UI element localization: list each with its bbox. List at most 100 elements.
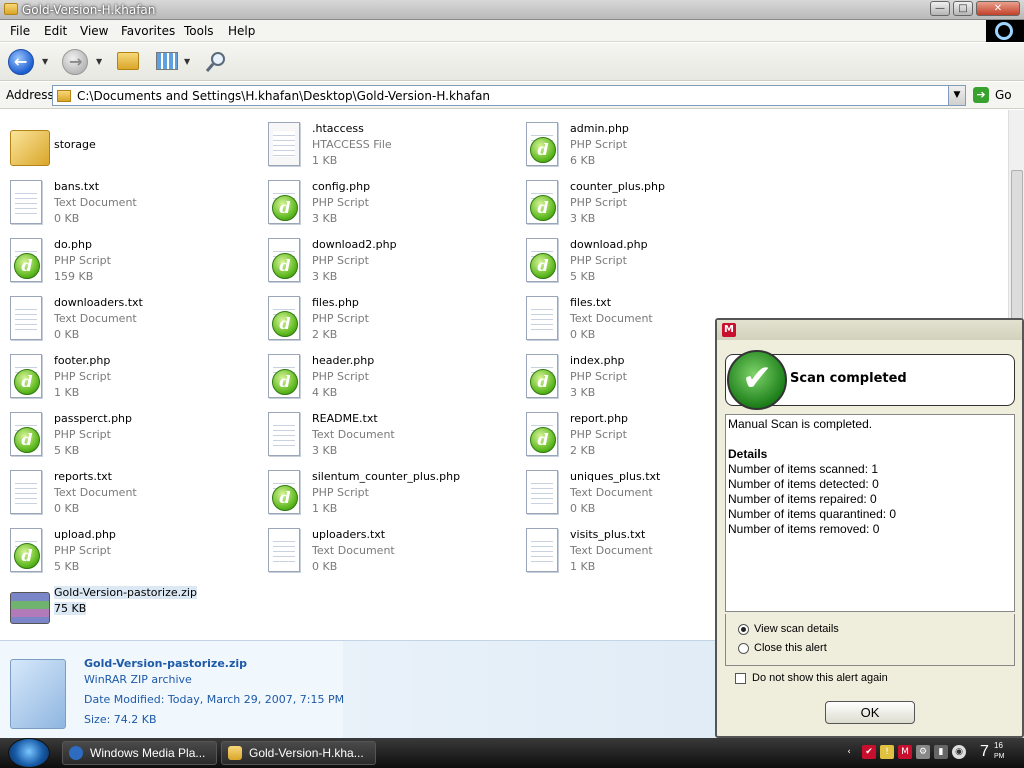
maximize-button[interactable]: □ [953,1,973,16]
file-size: 3 KB [570,212,596,225]
file-item-downloaders-txt[interactable]: downloaders.txt Text Document 0 KB [4,294,244,346]
media-player-icon [69,746,83,760]
go-button[interactable]: ➔ Go [971,85,1021,106]
file-type: Text Document [570,486,653,499]
mcafee-icon[interactable]: M [898,745,912,759]
address-input[interactable]: C:\Documents and Settings\H.khafan\Deskt… [52,85,966,106]
file-item-bans-txt[interactable]: bans.txt Text Document 0 KB [4,178,244,230]
file-name: do.php [54,238,92,251]
file-size: 75 KB [54,602,87,615]
file-item-admin-php[interactable]: d admin.php PHP Script 6 KB [520,120,760,172]
file-item-counter-plus-php[interactable]: d counter_plus.php PHP Script 3 KB [520,178,760,230]
text-file-icon [526,528,558,572]
antivirus-icon[interactable]: ✔ [862,745,876,759]
battery-icon[interactable]: ▮ [934,745,948,759]
file-name: upload.php [54,528,116,541]
file-item-do-php[interactable]: d do.php PHP Script 159 KB [4,236,244,288]
file-item-download2-php[interactable]: d download2.php PHP Script 3 KB [262,236,502,288]
file-item-download-php[interactable]: d download.php PHP Script 5 KB [520,236,760,288]
folder-up-icon[interactable] [117,52,139,70]
arrow-left-icon: ← [14,52,28,71]
do-not-show-label[interactable]: Do not show this alert again [752,672,888,684]
menu-view[interactable]: View [80,24,108,38]
file-size: 0 KB [54,328,80,341]
file-size: 0 KB [312,560,338,573]
file-name: reports.txt [54,470,112,483]
clock[interactable]: 7 16 PM [980,741,1005,761]
file-size: 4 KB [312,386,338,399]
views-icon[interactable] [156,52,178,70]
file-item-footer-php[interactable]: d footer.php PHP Script 1 KB [4,352,244,404]
search-icon[interactable] [205,51,227,73]
file-item-readme-txt[interactable]: README.txt Text Document 3 KB [262,410,502,462]
chevron-down-icon[interactable]: ▼ [948,86,965,105]
php-icon: d [272,485,298,511]
view-details-label[interactable]: View scan details [754,623,839,635]
file-item-htaccess[interactable]: .htaccess HTACCESS File 1 KB [262,120,502,172]
menu-file[interactable]: File [10,24,30,38]
details-date-modified: Date Modified: Today, March 29, 2007, 7:… [84,693,345,706]
forward-button[interactable]: → [62,49,88,75]
file-name: Gold-Version-pastorize.zip [54,586,197,599]
close-alert-radio[interactable] [738,643,749,654]
folder-icon [4,3,18,15]
network-icon[interactable]: ⚙ [916,745,930,759]
close-alert-label[interactable]: Close this alert [754,642,827,654]
file-size: 0 KB [570,328,596,341]
file-size: 5 KB [54,560,80,573]
file-type: PHP Script [54,544,111,557]
menu-favorites[interactable]: Favorites [121,24,175,38]
close-button[interactable]: ✕ [976,1,1020,16]
forward-dropdown-icon[interactable]: ▼ [96,57,102,66]
address-path[interactable]: C:\Documents and Settings\H.khafan\Deskt… [77,89,490,103]
scan-status-text: Manual Scan is completed. [728,417,873,431]
file-item-upload-php[interactable]: d upload.php PHP Script 5 KB [4,526,244,578]
volume-icon[interactable]: ◉ [952,745,966,759]
ok-button[interactable]: OK [825,701,915,724]
file-type: PHP Script [54,370,111,383]
back-button[interactable]: ← [8,49,34,75]
file-name: footer.php [54,354,111,367]
file-name: .htaccess [312,122,364,135]
info-icon[interactable]: ! [880,745,894,759]
text-file-icon [268,528,300,572]
file-item-gold-version-pastorize-zip[interactable]: Gold-Version-pastorize.zip 75 KB [4,584,244,636]
clock-minutes: 16 [994,741,1003,750]
file-name: files.txt [570,296,612,309]
file-name: config.php [312,180,371,193]
file-size: 2 KB [312,328,338,341]
menu-tools[interactable]: Tools [184,24,214,38]
file-item-passperct-php[interactable]: d passperct.php PHP Script 5 KB [4,410,244,462]
file-item-uploaders-txt[interactable]: uploaders.txt Text Document 0 KB [262,526,502,578]
menu-help[interactable]: Help [228,24,255,38]
do-not-show-checkbox[interactable] [735,673,746,684]
file-size: 0 KB [54,502,80,515]
details-file-type: WinRAR ZIP archive [84,673,192,686]
file-type: PHP Script [312,196,369,209]
php-icon: d [272,369,298,395]
file-item-config-php[interactable]: d config.php PHP Script 3 KB [262,178,502,230]
taskbar-media-player[interactable]: Windows Media Pla... [62,741,217,765]
file-type: Text Document [312,544,395,557]
file-item-files-php[interactable]: d files.php PHP Script 2 KB [262,294,502,346]
menu-edit[interactable]: Edit [44,24,67,38]
arrow-right-icon: → [69,52,83,71]
view-details-radio[interactable] [738,624,749,635]
php-icon: d [272,311,298,337]
minimize-button[interactable]: — [930,1,950,16]
views-dropdown-icon[interactable]: ▼ [184,57,190,66]
chevron-left-icon[interactable]: ‹ [842,745,856,759]
text-file-icon [268,412,300,456]
start-button[interactable] [8,738,50,768]
file-item-reports-txt[interactable]: reports.txt Text Document 0 KB [4,468,244,520]
file-item-header-php[interactable]: d header.php PHP Script 4 KB [262,352,502,404]
taskbar-explorer[interactable]: Gold-Version-H.kha... [221,741,376,765]
details-heading: Details [728,447,768,461]
file-name: admin.php [570,122,629,135]
php-icon: d [530,427,556,453]
file-item-silentum-counter-plus-php[interactable]: d silentum_counter_plus.php PHP Script 1… [262,468,502,520]
file-size: 3 KB [312,212,338,225]
file-item-storage[interactable]: storage [4,120,244,172]
back-dropdown-icon[interactable]: ▼ [42,57,48,66]
php-icon: d [14,253,40,279]
